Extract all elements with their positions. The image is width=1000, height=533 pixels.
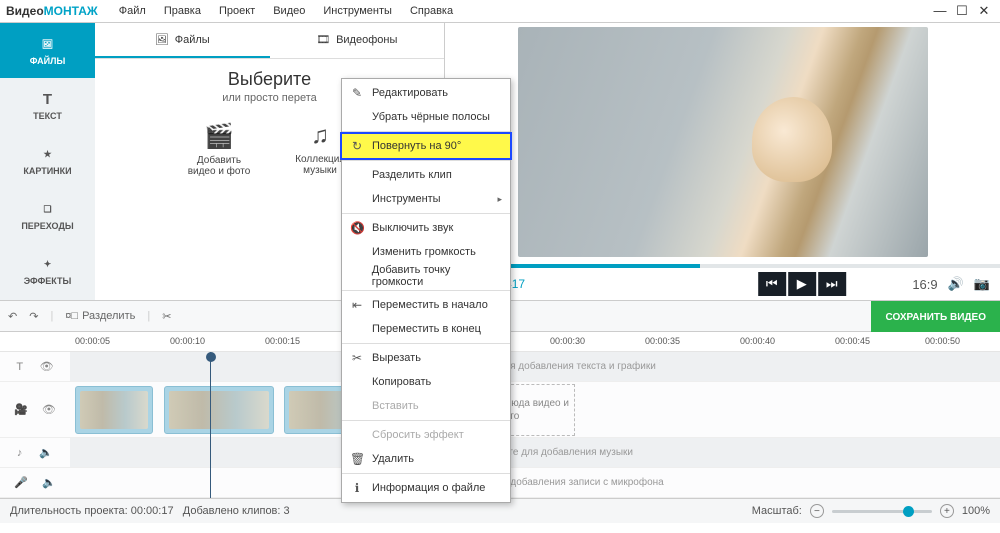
music-track-header[interactable]: ♪🔈 — [0, 438, 70, 468]
ctx-edit[interactable]: ✎Редактировать — [342, 81, 510, 105]
tab-effects[interactable]: ✦ЭФФЕКТЫ — [0, 243, 95, 298]
camera-icon: 🎥 — [14, 403, 28, 416]
menu-help[interactable]: Справка — [401, 3, 462, 19]
mic-icon: 🎤 — [14, 476, 28, 489]
undo-button[interactable]: ↶ — [8, 310, 17, 323]
ctx-remove-bars[interactable]: Убрать чёрные полосы — [342, 105, 510, 129]
scissors-icon: ✂ — [350, 351, 364, 365]
subtab-files[interactable]: 🖼Файлы — [95, 23, 270, 58]
close-button[interactable]: ✕ — [974, 3, 994, 19]
clip-1[interactable] — [75, 386, 153, 434]
add-media-button[interactable]: 🎬Добавить видео и фото — [177, 114, 262, 184]
split-button[interactable]: ¤□ Разделить — [65, 310, 135, 322]
minimize-button[interactable]: — — [930, 3, 950, 19]
next-frame-button[interactable]: ⏭ — [818, 272, 846, 296]
ctx-delete[interactable]: 🗑Удалить — [342, 447, 510, 471]
text-track-header[interactable]: T👁 — [0, 352, 70, 382]
to-start-icon: ⇤ — [350, 298, 364, 312]
star-icon: ★ — [38, 146, 58, 164]
context-menu: ✎Редактировать Убрать чёрные полосы ↻Пов… — [341, 78, 511, 503]
clips-label: Добавлено клипов: — [183, 505, 281, 517]
prev-frame-button[interactable]: ⏮ — [758, 272, 786, 296]
tab-pictures[interactable]: ★КАРТИНКИ — [0, 133, 95, 188]
zoom-label: Масштаб: — [752, 505, 802, 517]
maximize-button[interactable]: ☐ — [952, 3, 972, 19]
snapshot-icon[interactable]: 📷 — [974, 276, 990, 292]
pencil-icon: ✎ — [350, 86, 364, 100]
play-button[interactable]: ▶ — [788, 272, 816, 296]
ctx-split-clip[interactable]: Разделить клип — [342, 163, 510, 187]
volume-icon[interactable]: 🔊 — [948, 276, 964, 292]
zoom-slider[interactable] — [832, 510, 932, 513]
files-panel: 🖼Файлы 🎞Видеофоны Выберите или просто пе… — [95, 23, 445, 300]
cut-tool[interactable]: ✂ — [162, 310, 171, 323]
rotate-icon: ↻ — [350, 139, 364, 153]
menu-video[interactable]: Видео — [264, 3, 314, 19]
zoom-out-button[interactable]: − — [810, 504, 824, 518]
ctx-copy[interactable]: Копировать — [342, 370, 510, 394]
ctx-add-volume-point[interactable]: Добавить точку громкости — [342, 264, 510, 288]
app-brand: ВидеоМОНТАЖ — [6, 4, 98, 18]
main-menu: Файл Правка Проект Видео Инструменты Спр… — [110, 3, 462, 19]
ctx-file-info[interactable]: ℹИнформация о файле — [342, 476, 510, 500]
speaker-icon[interactable]: 🔈 — [39, 446, 53, 459]
ctx-mute[interactable]: 🔇Выключить звук — [342, 216, 510, 240]
zoom-value: 100% — [962, 505, 990, 517]
menubar: ВидеоМОНТАЖ Файл Правка Проект Видео Инс… — [0, 0, 1000, 23]
tab-text[interactable]: TТЕКСТ — [0, 78, 95, 133]
ctx-paste: Вставить — [342, 394, 510, 418]
duration-value: 00:00:17 — [131, 505, 174, 517]
ctx-reset-effect: Сбросить эффект — [342, 423, 510, 447]
clips-value: 3 — [284, 505, 290, 517]
left-sidebar: 🖼ФАЙЛЫ TТЕКСТ ★КАРТИНКИ ❏ПЕРЕХОДЫ ✦ЭФФЕК… — [0, 23, 95, 300]
text-icon: T — [38, 91, 58, 109]
redo-button[interactable]: ↷ — [29, 310, 38, 323]
mute-icon: 🔇 — [350, 221, 364, 235]
video-track-header[interactable]: 🎥👁 — [0, 382, 70, 438]
note-icon: ♪ — [17, 447, 23, 459]
reel-icon: 🎬 — [204, 122, 234, 151]
ctx-rotate-90[interactable]: ↻Повернуть на 90° — [342, 134, 510, 158]
duration-label: Длительность проекта: — [10, 505, 128, 517]
window-controls: — ☐ ✕ — [930, 3, 994, 19]
ctx-tools-submenu[interactable]: Инструменты▸ — [342, 187, 510, 211]
preview-panel: 00:00:08.417 ⏮ ▶ ⏭ 16:9 🔊 📷 — [445, 23, 1000, 300]
info-icon: ℹ — [350, 481, 364, 495]
text-icon: T — [16, 361, 23, 373]
eye-icon[interactable]: 👁 — [42, 403, 56, 416]
mic-track-header[interactable]: 🎤🔈 — [0, 468, 70, 498]
track-header: T👁 🎥👁 ♪🔈 🎤🔈 — [0, 352, 70, 498]
image-icon: 🖼 — [38, 36, 58, 54]
clip-2[interactable] — [164, 386, 274, 434]
save-video-button[interactable]: СОХРАНИТЬ ВИДЕО — [871, 301, 1000, 333]
menu-edit[interactable]: Правка — [155, 3, 210, 19]
menu-project[interactable]: Проект — [210, 3, 264, 19]
ctx-cut[interactable]: ✂Вырезать — [342, 346, 510, 370]
ctx-change-volume[interactable]: Изменить громкость — [342, 240, 510, 264]
ctx-move-end[interactable]: Переместить в конец — [342, 317, 510, 341]
layers-icon: ❏ — [38, 201, 58, 219]
zoom-in-button[interactable]: + — [940, 504, 954, 518]
menu-file[interactable]: Файл — [110, 3, 155, 19]
menu-tools[interactable]: Инструменты — [314, 3, 401, 19]
subtab-backgrounds[interactable]: 🎞Видеофоны — [270, 23, 445, 58]
speaker-icon[interactable]: 🔈 — [42, 476, 56, 489]
images-icon: 🖼 — [155, 33, 169, 46]
playhead[interactable] — [210, 352, 211, 498]
ctx-move-start[interactable]: ⇤Переместить в начало — [342, 293, 510, 317]
music-icon: ♫ — [311, 122, 329, 150]
tab-files[interactable]: 🖼ФАЙЛЫ — [0, 23, 95, 78]
tab-transitions[interactable]: ❏ПЕРЕХОДЫ — [0, 188, 95, 243]
film-icon: 🎞 — [316, 33, 330, 46]
trash-icon: 🗑 — [350, 452, 364, 466]
wand-icon: ✦ — [38, 256, 58, 274]
track-area[interactable]: Дважды кликните для добавления текста и … — [70, 352, 1000, 498]
video-preview[interactable] — [445, 23, 1000, 264]
aspect-label[interactable]: 16:9 — [912, 277, 937, 292]
eye-icon[interactable]: 👁 — [40, 360, 54, 373]
